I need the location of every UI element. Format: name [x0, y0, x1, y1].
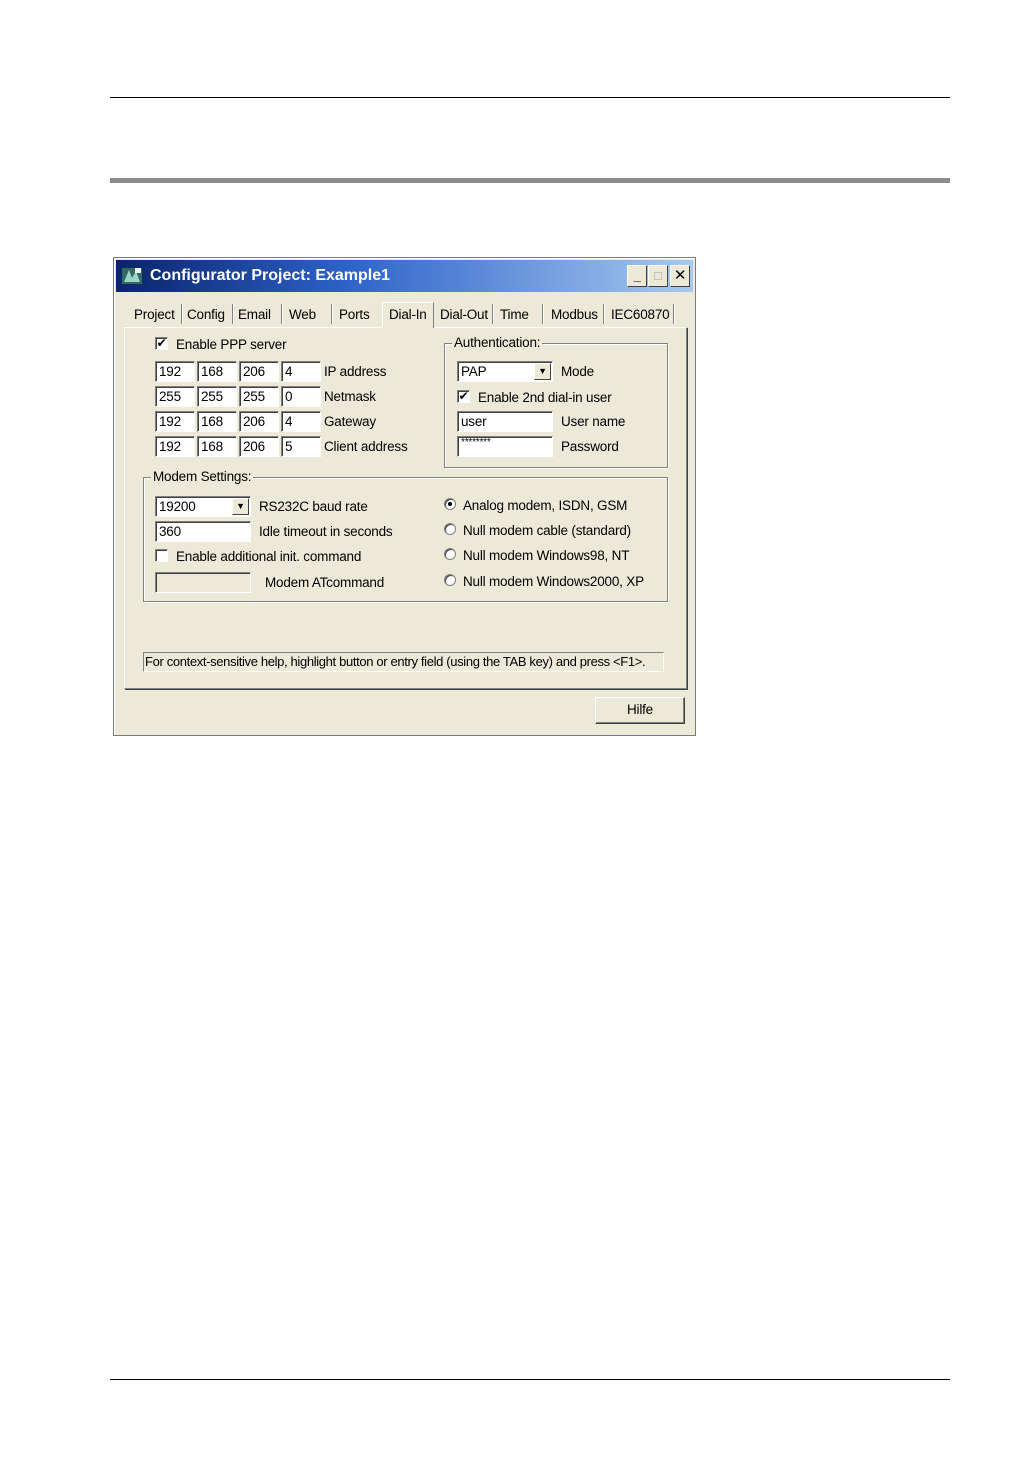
gateway-octet-1[interactable]: 192 [155, 411, 195, 432]
username-label: User name [561, 414, 626, 429]
netmask-octet-3[interactable]: 255 [239, 386, 279, 407]
enable-init-command-checkbox[interactable] [155, 549, 168, 562]
netmask-label: Netmask [324, 389, 376, 404]
netmask-octet-1[interactable]: 255 [155, 386, 195, 407]
radio-null-modem-win2000[interactable] [444, 574, 456, 586]
gateway-octet-4[interactable]: 4 [281, 411, 321, 432]
enable-ppp-label: Enable PPP server [176, 337, 287, 352]
gateway-octet-2[interactable]: 168 [197, 411, 237, 432]
radio-null-modem-win98-label: Null modem Windows98, NT [463, 548, 630, 563]
footer-rule [110, 1379, 950, 1380]
chevron-down-icon[interactable]: ▼ [232, 498, 249, 515]
header-rule [110, 97, 950, 98]
enable-2nd-user-label: Enable 2nd dial-in user [478, 390, 612, 405]
baud-rate-select[interactable]: 19200 ▼ [155, 496, 251, 517]
password-label: Password [561, 439, 619, 454]
authentication-title: Authentication: [452, 335, 543, 351]
dial-in-panel: ✔ Enable PPP server 192 168 206 4 IP add… [124, 327, 687, 689]
at-command-label: Modem ATcommand [265, 575, 385, 590]
help-hint: For context-sensitive help, highlight bu… [143, 652, 664, 672]
section-rule [110, 178, 950, 183]
client-address-label: Client address [324, 439, 408, 454]
modem-settings-title: Modem Settings: [151, 469, 254, 485]
tab-dial-in[interactable]: Dial-In [382, 302, 434, 328]
client-octet-2[interactable]: 168 [197, 436, 237, 457]
tab-email[interactable]: Email [238, 304, 271, 326]
radio-null-modem-win98[interactable] [444, 548, 456, 560]
at-command-input[interactable] [155, 572, 251, 593]
title-bar[interactable]: Configurator Project: Example1 _ □ ✕ [116, 260, 693, 292]
radio-analog-modem[interactable] [444, 498, 456, 510]
tab-project[interactable]: Project [134, 304, 175, 326]
ip-octet-4[interactable]: 4 [281, 361, 321, 382]
tab-time[interactable]: Time [500, 304, 529, 326]
radio-null-modem-standard-label: Null modem cable (standard) [463, 523, 631, 538]
check-icon: ✔ [156, 336, 167, 350]
enable-2nd-user-checkbox[interactable]: ✔ [457, 390, 470, 403]
tab-config[interactable]: Config [187, 304, 225, 326]
client-octet-4[interactable]: 5 [281, 436, 321, 457]
close-button[interactable]: ✕ [670, 265, 690, 287]
username-input[interactable]: user [457, 411, 553, 432]
configurator-window: Configurator Project: Example1 _ □ ✕ ✔ E… [113, 257, 696, 736]
client-octet-1[interactable]: 192 [155, 436, 195, 457]
mode-label: Mode [561, 364, 594, 379]
enable-ppp-checkbox[interactable]: ✔ [155, 337, 168, 350]
tab-modbus[interactable]: Modbus [551, 304, 598, 326]
auth-mode-value: PAP [461, 364, 487, 379]
idle-timeout-input[interactable]: 360 [155, 521, 251, 542]
app-icon [122, 268, 142, 284]
tab-dial-out[interactable]: Dial-Out [440, 304, 488, 326]
auth-mode-select[interactable]: PAP ▼ [457, 361, 553, 382]
enable-init-command-label: Enable additional init. command [176, 549, 362, 564]
password-input[interactable]: ******** [457, 436, 553, 457]
ip-address-label: IP address [324, 364, 387, 379]
tab-web[interactable]: Web [289, 304, 316, 326]
chevron-down-icon[interactable]: ▼ [534, 363, 551, 380]
tab-bar: Project Config Email Web Ports Dial-In D… [126, 302, 686, 328]
help-button[interactable]: Hilfe [595, 697, 685, 724]
ip-octet-2[interactable]: 168 [197, 361, 237, 382]
idle-timeout-label: Idle timeout in seconds [259, 524, 393, 539]
gateway-label: Gateway [324, 414, 376, 429]
ip-octet-1[interactable]: 192 [155, 361, 195, 382]
netmask-octet-2[interactable]: 255 [197, 386, 237, 407]
baud-rate-value: 19200 [159, 499, 196, 514]
client-octet-3[interactable]: 206 [239, 436, 279, 457]
window-title: Configurator Project: Example1 [150, 267, 391, 284]
netmask-octet-4[interactable]: 0 [281, 386, 321, 407]
ip-octet-3[interactable]: 206 [239, 361, 279, 382]
baud-rate-label: RS232C baud rate [259, 499, 368, 514]
radio-null-modem-standard[interactable] [444, 523, 456, 535]
tab-ports[interactable]: Ports [339, 304, 370, 326]
radio-analog-modem-label: Analog modem, ISDN, GSM [463, 498, 628, 513]
radio-null-modem-win2000-label: Null modem Windows2000, XP [463, 574, 644, 589]
check-icon: ✔ [458, 389, 469, 403]
minimize-button[interactable]: _ [627, 265, 647, 287]
gateway-octet-3[interactable]: 206 [239, 411, 279, 432]
tab-iec60870[interactable]: IEC60870 [611, 304, 670, 326]
maximize-button[interactable]: □ [648, 265, 668, 287]
